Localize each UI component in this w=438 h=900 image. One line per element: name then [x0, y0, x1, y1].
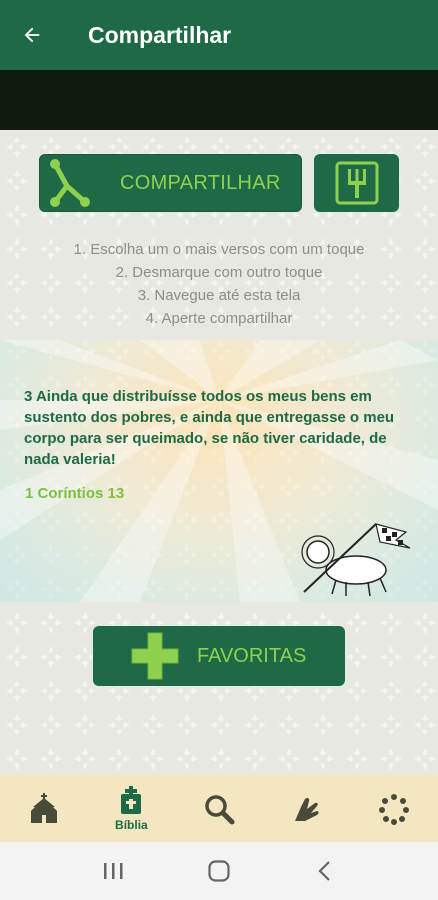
nav-label-bible: Bíblia — [115, 817, 148, 832]
nav-item-search[interactable] — [184, 775, 254, 842]
nav-item-prayer[interactable] — [272, 775, 342, 842]
verse-reference: 1 Coríntios 13 — [25, 485, 125, 502]
share-button-label: COMPARTILHAR — [120, 171, 281, 194]
praying-hands-icon — [294, 797, 319, 821]
back-button[interactable] — [0, 0, 64, 70]
system-nav-bar — [0, 842, 438, 900]
instruction-line: 1. Escolha um o mais versos com um toque — [73, 241, 365, 258]
search-icon — [205, 794, 235, 824]
fork-icon — [335, 161, 378, 205]
arrow-left-icon — [24, 27, 40, 43]
nav-item-rosary[interactable] — [359, 775, 429, 842]
page-title: Compartilhar — [88, 21, 232, 48]
recent-apps-button[interactable] — [93, 851, 133, 891]
ad-banner-area — [0, 70, 438, 130]
church-icon — [30, 792, 57, 823]
home-button[interactable] — [199, 851, 239, 891]
lamb-of-god-icon — [301, 523, 411, 597]
recent-apps-icon — [104, 863, 123, 879]
instruction-line: 4. Aperte compartilhar — [145, 310, 293, 327]
share-icon — [40, 154, 100, 212]
verse-panel: 3 Ainda que distribuísse todos os meus b… — [0, 340, 438, 602]
nav-item-church[interactable] — [9, 775, 79, 842]
instruction-line: 3. Navegue até esta tela — [137, 287, 301, 304]
bible-icon — [121, 785, 142, 814]
favorites-button-label: FAVORITAS — [197, 644, 307, 667]
verse-text[interactable]: 3 Ainda que distribuísse todos os meus b… — [24, 386, 404, 470]
favorites-button[interactable]: FAVORITAS — [93, 626, 345, 686]
plus-icon — [125, 626, 185, 686]
home-circle-icon — [208, 860, 230, 882]
instructions: 1. Escolha um o mais versos com um toque… — [0, 238, 438, 330]
share-button[interactable]: COMPARTILHAR — [39, 154, 302, 212]
instruction-line: 2. Desmarque com outro toque — [115, 264, 323, 281]
bottom-nav: Bíblia — [0, 775, 438, 842]
nav-item-bible[interactable]: Bíblia — [96, 775, 166, 842]
chevron-left-icon — [318, 861, 330, 881]
system-back-button[interactable] — [305, 851, 345, 891]
fork-button[interactable] — [314, 154, 399, 212]
app-bar: Compartilhar — [0, 0, 438, 70]
rosary-icon — [379, 793, 410, 825]
